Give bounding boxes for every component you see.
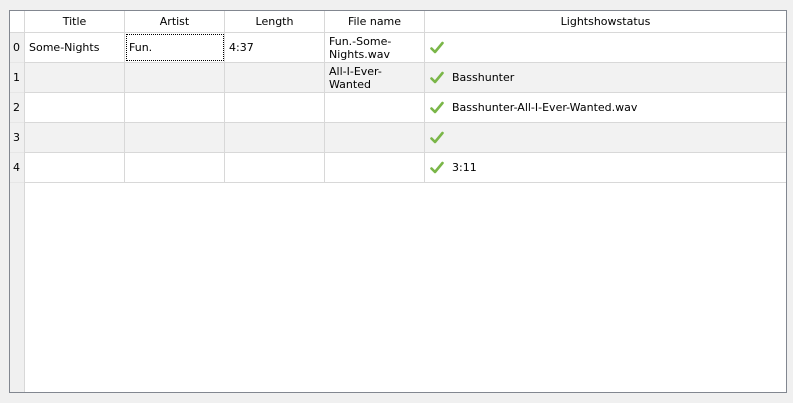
cell-artist[interactable]: Fun. [125,33,225,62]
cell-length[interactable] [225,123,325,152]
table-header: Title Artist Length File name Lightshows… [25,11,786,33]
row-header-column: 0 1 2 3 4 [10,33,25,392]
status-text: Basshunter [452,71,515,84]
table-body: Some-Nights Fun. 4:37 Fun.-Some-Nights.w… [25,33,786,183]
column-header-length[interactable]: Length [225,11,325,33]
cell-file-name[interactable] [325,93,425,122]
checkmark-icon [430,161,444,173]
table-row: Basshunter-All-I-Ever-Wanted.wav [25,93,786,123]
cell-lightshowstatus[interactable]: Basshunter [425,63,786,92]
cell-artist[interactable] [125,123,225,152]
column-header-title[interactable]: Title [25,11,125,33]
cell-lightshowstatus[interactable]: 3:11 [425,153,786,182]
cell-title[interactable]: Some-Nights [25,33,125,62]
cell-file-name[interactable]: Fun.-Some-Nights.wav [325,33,425,62]
songs-table[interactable]: Title Artist Length File name Lightshows… [9,10,787,393]
checkmark-icon [430,131,444,143]
row-header-3[interactable]: 3 [10,123,24,153]
cell-artist[interactable] [125,153,225,182]
checkmark-icon [430,41,444,53]
cell-title[interactable] [25,63,125,92]
cell-length[interactable] [225,93,325,122]
cell-length[interactable]: 4:37 [225,33,325,62]
row-header-1[interactable]: 1 [10,63,24,93]
row-header-2[interactable]: 2 [10,93,24,123]
cell-file-name[interactable] [325,153,425,182]
cell-title[interactable] [25,123,125,152]
checkmark-icon [430,101,444,113]
cell-artist[interactable] [125,93,225,122]
table-row: All-I-Ever-Wanted Basshunter [25,63,786,93]
row-header-4[interactable]: 4 [10,153,24,183]
cell-title[interactable] [25,153,125,182]
table-row [25,123,786,153]
column-header-lightshowstatus[interactable]: Lightshowstatus [425,11,786,33]
cell-artist[interactable] [125,63,225,92]
cell-length[interactable] [225,63,325,92]
cell-file-name[interactable]: All-I-Ever-Wanted [325,63,425,92]
column-header-file-name[interactable]: File name [325,11,425,33]
cell-length[interactable] [225,153,325,182]
status-text: 3:11 [452,161,477,174]
status-text: Basshunter-All-I-Ever-Wanted.wav [452,101,638,114]
row-header-0[interactable]: 0 [10,33,24,63]
cell-lightshowstatus[interactable] [425,123,786,152]
table-corner-button[interactable] [10,11,25,33]
cell-title[interactable] [25,93,125,122]
cell-file-name[interactable] [325,123,425,152]
column-header-artist[interactable]: Artist [125,11,225,33]
cell-lightshowstatus[interactable] [425,33,786,62]
cell-lightshowstatus[interactable]: Basshunter-All-I-Ever-Wanted.wav [425,93,786,122]
table-row: Some-Nights Fun. 4:37 Fun.-Some-Nights.w… [25,33,786,63]
checkmark-icon [430,71,444,83]
table-row: 3:11 [25,153,786,183]
